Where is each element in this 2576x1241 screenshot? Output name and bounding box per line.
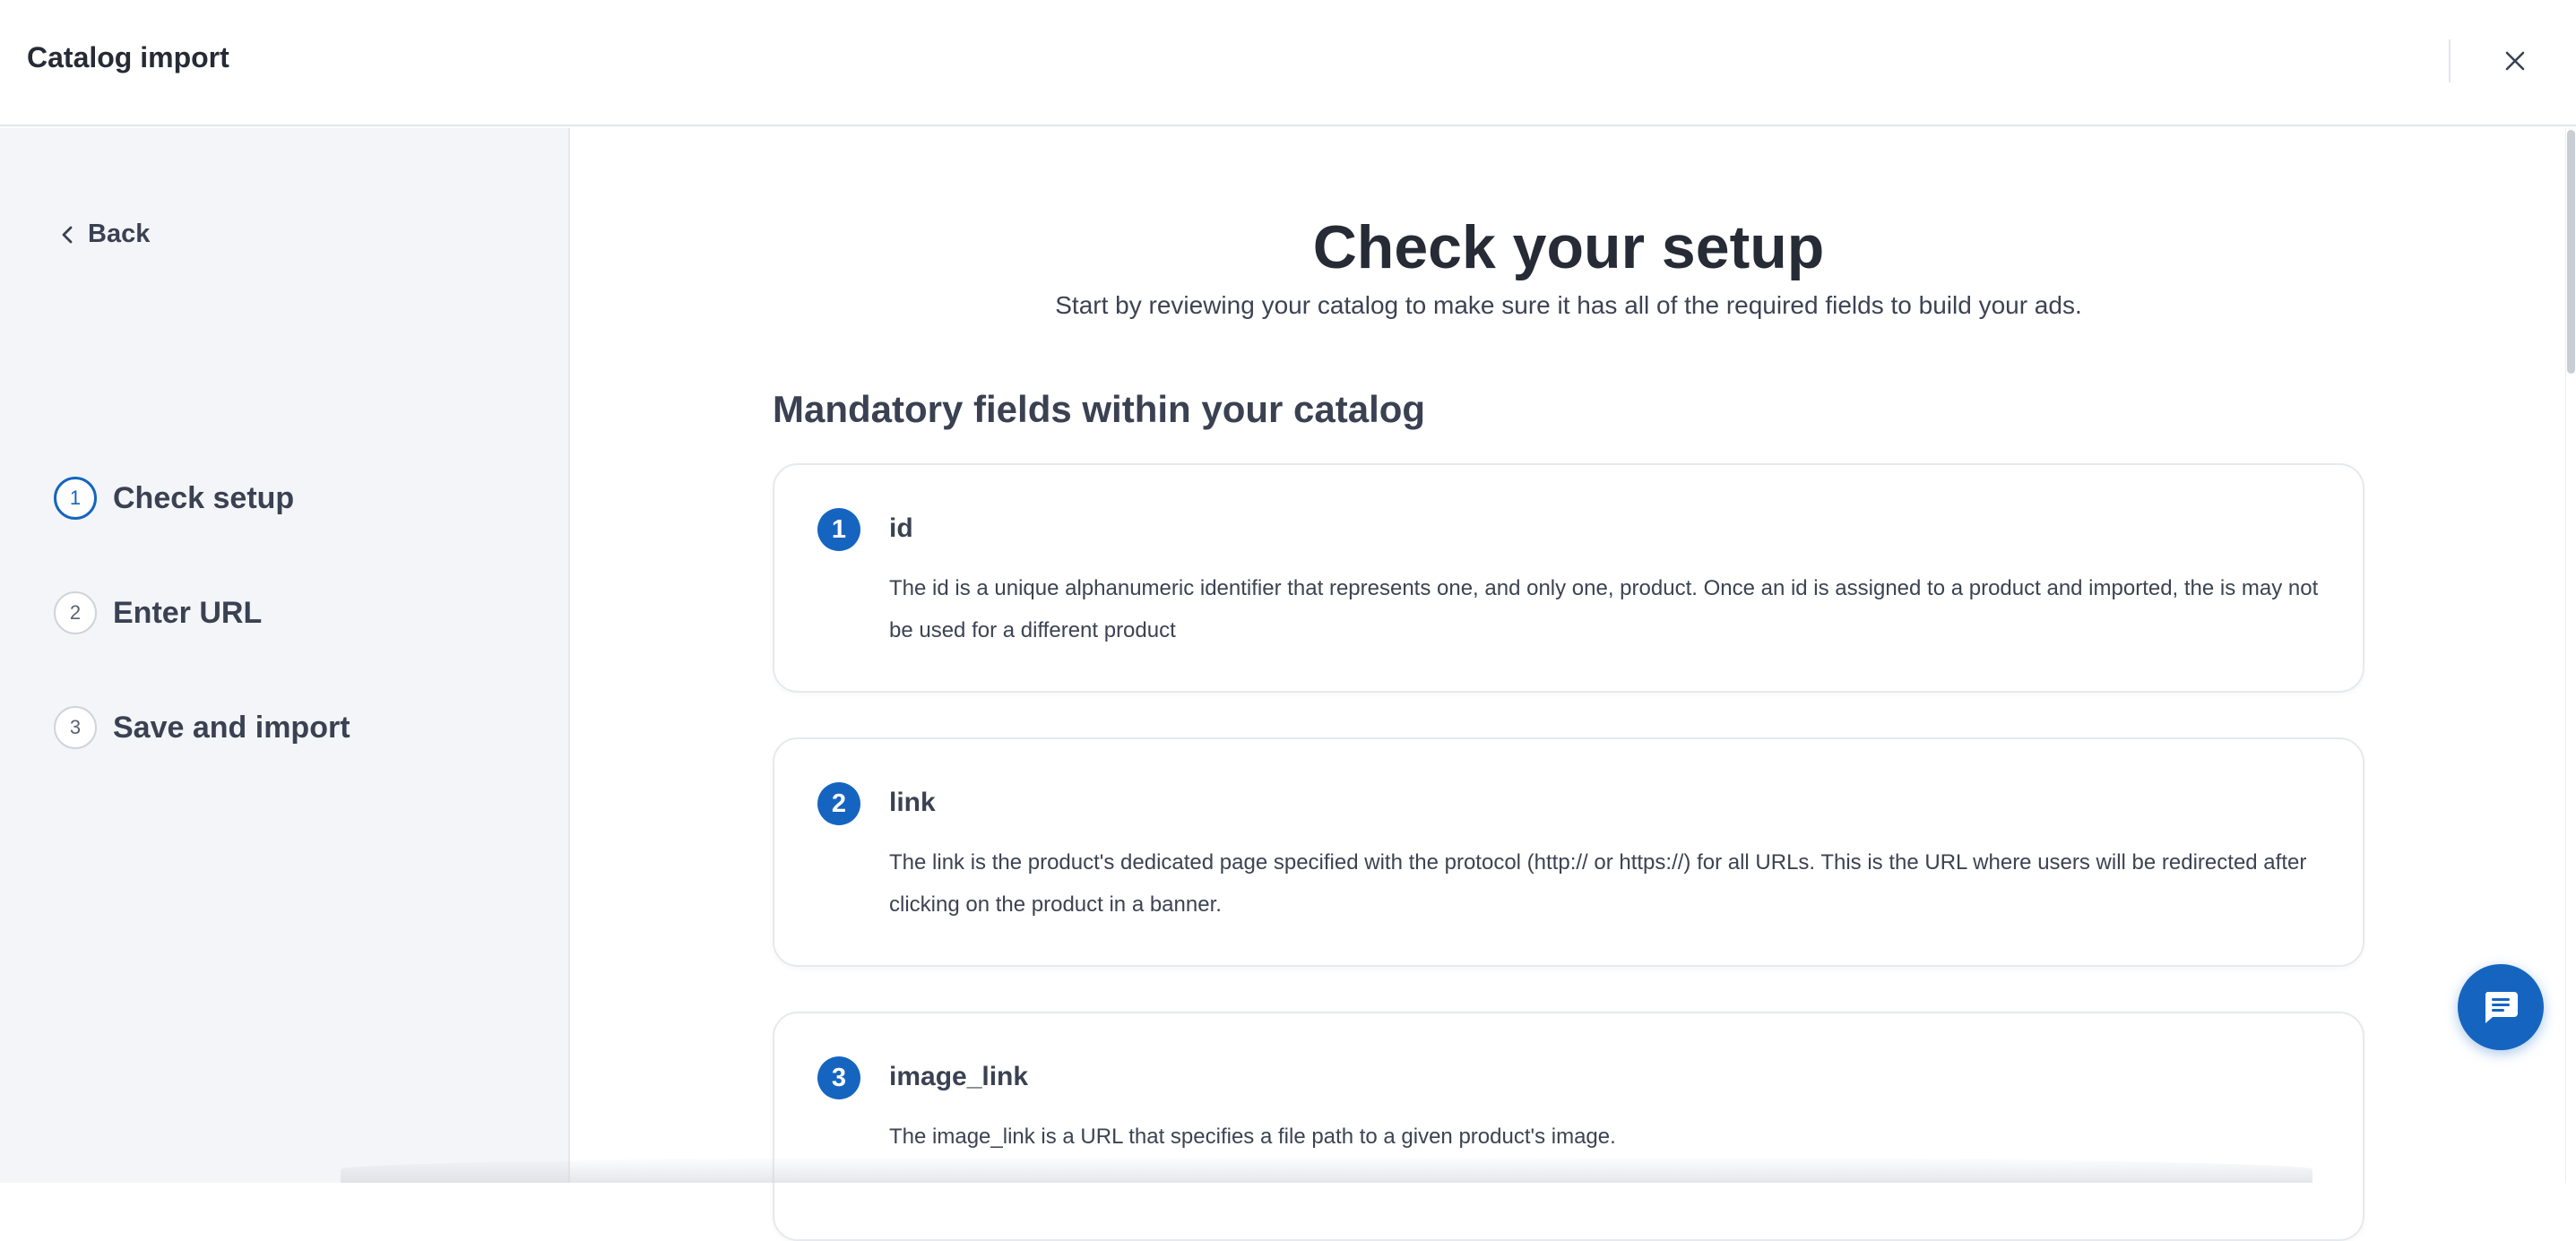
step-number: 1: [54, 477, 97, 520]
section-title: Mandatory fields within your catalog: [773, 388, 1426, 430]
step-save-and-import[interactable]: 3 Save and import: [54, 704, 350, 751]
field-name: image_link: [889, 1062, 1029, 1091]
field-number-badge: 1: [817, 508, 860, 551]
chat-icon: [2485, 992, 2518, 1023]
sidebar: Back 1 Check setup 2 Enter URL 3 Save an…: [0, 128, 570, 1183]
step-check-setup[interactable]: 1 Check setup: [54, 475, 350, 521]
step-enter-url[interactable]: 2 Enter URL: [54, 590, 350, 636]
page-subtitle: Start by reviewing your catalog to make …: [1055, 291, 2082, 319]
field-name: id: [889, 513, 913, 543]
page-title: Check your setup: [1312, 213, 1825, 281]
field-description: The id is a unique alphanumeric identifi…: [889, 576, 2319, 642]
step-label: Check setup: [113, 480, 295, 515]
field-description: The image_link is a URL that specifies a…: [889, 1125, 1616, 1149]
field-name: link: [889, 788, 936, 817]
steps-list: 1 Check setup 2 Enter URL 3 Save and imp…: [54, 475, 350, 819]
header-divider: [2449, 39, 2451, 82]
header-bar: Catalog import: [0, 0, 2576, 126]
step-label: Enter URL: [113, 595, 263, 630]
step-number: 3: [54, 706, 97, 749]
chat-button[interactable]: [2458, 964, 2544, 1050]
field-description: The link is the product's dedicated page…: [889, 850, 2307, 917]
close-icon: [2505, 51, 2525, 71]
window-title: Catalog import: [27, 41, 229, 73]
chevron-left-icon: [62, 226, 73, 243]
step-label: Save and import: [113, 710, 350, 745]
back-button[interactable]: Back: [61, 220, 150, 249]
step-number: 2: [54, 591, 97, 634]
close-button[interactable]: [2495, 41, 2535, 81]
field-card-link: 2 link The link is the product's dedicat…: [773, 737, 2364, 967]
field-card-id: 1 id The id is a unique alphanumeric ide…: [773, 463, 2364, 693]
back-label: Back: [88, 220, 151, 248]
bottom-shadow: [341, 1156, 2312, 1183]
main-content: Check your setup Start by reviewing your…: [572, 128, 2565, 1241]
scrollbar-thumb[interactable]: [2567, 130, 2575, 374]
field-number-badge: 2: [817, 782, 860, 825]
field-card-image-link: 3 image_link The image_link is a URL tha…: [773, 1012, 2364, 1241]
field-number-badge: 3: [817, 1056, 860, 1099]
